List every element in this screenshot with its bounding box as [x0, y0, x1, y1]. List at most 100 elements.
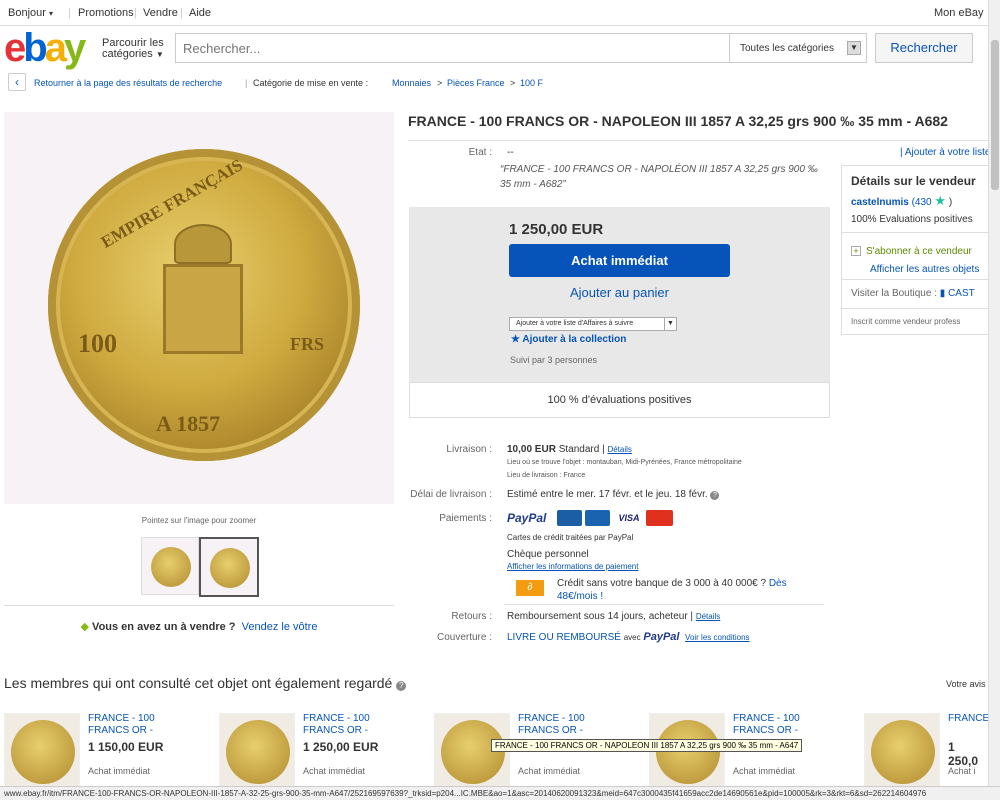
item-buy-format: Achat immédiat [303, 766, 366, 776]
returns-label: Retours : [451, 611, 492, 622]
breadcrumb-item[interactable]: 100 F [520, 78, 543, 88]
coverage-text: LIVRE OU REMBOURSÉ [507, 632, 621, 643]
condition-label: Etat : [468, 147, 492, 158]
help-icon[interactable]: ? [396, 681, 407, 691]
returns-policy: Remboursement sous 14 jours, acheteur | [507, 611, 694, 622]
item-title-link[interactable]: FRANCE - 100 FRANCS OR - [518, 713, 608, 737]
greeting-menu[interactable]: Bonjour ▾ [8, 7, 53, 19]
item-title-link[interactable]: FRANCE [948, 713, 988, 725]
zoom-hint: Pointez sur l'image pour zoomer [141, 516, 257, 525]
seller-score-link[interactable]: (430 [912, 197, 932, 208]
breadcrumb-item[interactable]: Monnaies [392, 78, 431, 88]
category-select[interactable]: Toutes les catégories ▼ [729, 33, 867, 63]
search-input[interactable] [176, 34, 730, 62]
seller-name-link[interactable]: castelnumis [851, 197, 909, 208]
other-items-link[interactable]: Afficher les autres objets [870, 264, 979, 275]
back-arrow-icon[interactable]: ‹ [8, 73, 26, 91]
shop-by-category[interactable]: Parcourir les catégories ▼ [102, 38, 164, 60]
add-to-cart-link[interactable]: Ajouter au panier [509, 285, 730, 300]
sell-yours-link[interactable]: Vendez le vôtre [242, 621, 318, 633]
shipping-price: 10,00 EUR [507, 444, 556, 455]
shipping-details-link[interactable]: Détails [607, 445, 631, 454]
feedback-link[interactable]: Votre avis [946, 679, 986, 689]
nav-divider: | [180, 7, 183, 19]
coverage-label: Couverture : [436, 632, 492, 643]
list-item[interactable]: FRANCE 1 250,0 Achat i [864, 713, 988, 793]
item-thumbnail[interactable] [4, 713, 80, 789]
star-icon: ★ [934, 193, 947, 208]
cards-note: Cartes de crédit traitées par PayPal [507, 533, 634, 542]
item-thumbnail[interactable] [864, 713, 940, 789]
my-ebay-link[interactable]: Mon eBay [934, 7, 984, 19]
tooltip: FRANCE - 100 FRANCS OR - NAPOLEON III 18… [491, 739, 803, 752]
sell-link[interactable]: Vendre [143, 7, 178, 19]
paypal-logo: PayPal [643, 631, 680, 643]
scrollbar-thumb[interactable] [991, 40, 999, 190]
card-logo-icon [557, 510, 582, 526]
seller-heading: Détails sur le vendeur [851, 174, 976, 188]
nav-divider: | [134, 7, 137, 19]
search-box [175, 33, 730, 63]
subscribe-link[interactable]: + S'abonner à ce vendeur [851, 246, 972, 257]
credit-link[interactable]: Dès [769, 578, 787, 589]
info-icon[interactable]: ? [710, 491, 720, 500]
breadcrumb: ‹ Retourner à la page des résultats de r… [8, 73, 568, 93]
paypal-logo: PayPal [507, 511, 547, 525]
item-title-link[interactable]: FRANCE - 100 FRANCS OR - [303, 713, 393, 737]
item-buy-format: Achat immédiat [518, 766, 581, 776]
buy-now-button[interactable]: Achat immédiat [509, 244, 730, 277]
shipping-method: Standard [558, 444, 600, 455]
crown-shape [174, 224, 232, 264]
help-link[interactable]: Aide [189, 7, 211, 19]
search-button[interactable]: Rechercher [875, 33, 973, 63]
coin-date: A 1857 [156, 411, 221, 436]
credit-link-2[interactable]: 48€/mois ! [557, 591, 603, 602]
item-title-link[interactable]: FRANCE - 100 FRANCS OR - [88, 713, 178, 737]
store-link[interactable]: CAST [948, 288, 975, 299]
back-to-results-link[interactable]: Retourner à la page des résultats de rec… [34, 78, 222, 88]
list-item[interactable]: FRANCE - 100 FRANCS OR - Achat immédiat [649, 713, 859, 793]
positive-feedback: 100 % d'évaluations positives [409, 382, 830, 418]
list-item[interactable]: FRANCE - 100 FRANCS OR - 1 150,00 EUR Ac… [4, 713, 214, 793]
check-payment: Chèque personnel [507, 549, 589, 560]
promotions-link[interactable]: Promotions [78, 7, 134, 19]
price: 1 250,00 EUR [509, 221, 604, 238]
breadcrumb-item[interactable]: Pièces France [447, 78, 505, 88]
listing-title: FRANCE - 100 FRANCS OR - NAPOLEON III 18… [408, 113, 948, 129]
item-price: 1 250,00 EUR [303, 740, 379, 754]
tag-icon: ◆ [80, 621, 89, 633]
coin-unit: FRS [290, 334, 325, 354]
watch-list-select[interactable]: Ajouter à votre liste d'Affaires à suivr… [509, 317, 677, 331]
category-select-value: Toutes les catégories [740, 43, 834, 54]
coin-value: 100 [78, 329, 117, 358]
item-title-link[interactable]: FRANCE - 100 FRANCS OR - [733, 713, 823, 737]
also-viewed-heading: Les membres qui ont consulté cet objet o… [4, 675, 407, 691]
ebay-logo[interactable]: ebay [4, 28, 86, 68]
credit-icon: ∂ [516, 580, 544, 596]
condition-description: “FRANCE - 100 FRANCS OR - NAPOLÉON III 1… [500, 164, 818, 190]
credit-offer: Crédit sans votre banque de 3 000 à 40 0… [557, 578, 767, 589]
returns-details-link[interactable]: Détails [696, 612, 720, 621]
list-item[interactable]: FRANCE - 100 FRANCS OR - Achat immédiat [434, 713, 644, 793]
conditions-link[interactable]: Voir les conditions [685, 633, 749, 642]
item-location: Lieu où se trouve l'objet : montauban, M… [507, 459, 742, 466]
payment-info-link[interactable]: Afficher les informations de paiement [507, 562, 638, 571]
thumbnail-2[interactable] [199, 537, 259, 597]
nav-divider: | [68, 7, 71, 19]
item-buy-format: Achat immédiat [88, 766, 151, 776]
payments-label: Paiements : [439, 513, 492, 524]
shipping-label: Livraison : [446, 444, 492, 455]
item-price: 1 250,0 [948, 740, 979, 768]
add-to-list-link[interactable]: | Ajouter à votre liste [900, 147, 990, 158]
store-icon: ▮ [939, 288, 946, 299]
vertical-scrollbar[interactable] [988, 0, 1000, 786]
add-to-collection-link[interactable]: ★ Ajouter à la collection [511, 334, 626, 345]
shop-by-label-2: catégories [102, 48, 153, 60]
seller-since: Inscrit comme vendeur profess [851, 317, 961, 326]
thumbnail-1[interactable] [141, 537, 199, 595]
list-item[interactable]: FRANCE - 100 FRANCS OR - 1 250,00 EUR Ac… [219, 713, 429, 793]
sell-question: Vous en avez un à vendre ? [92, 621, 236, 633]
maestro-logo-icon [585, 510, 610, 526]
item-thumbnail[interactable] [219, 713, 295, 789]
main-product-image[interactable]: EMPIRE FRANÇAIS 100 FRS A 1857 [4, 112, 394, 504]
